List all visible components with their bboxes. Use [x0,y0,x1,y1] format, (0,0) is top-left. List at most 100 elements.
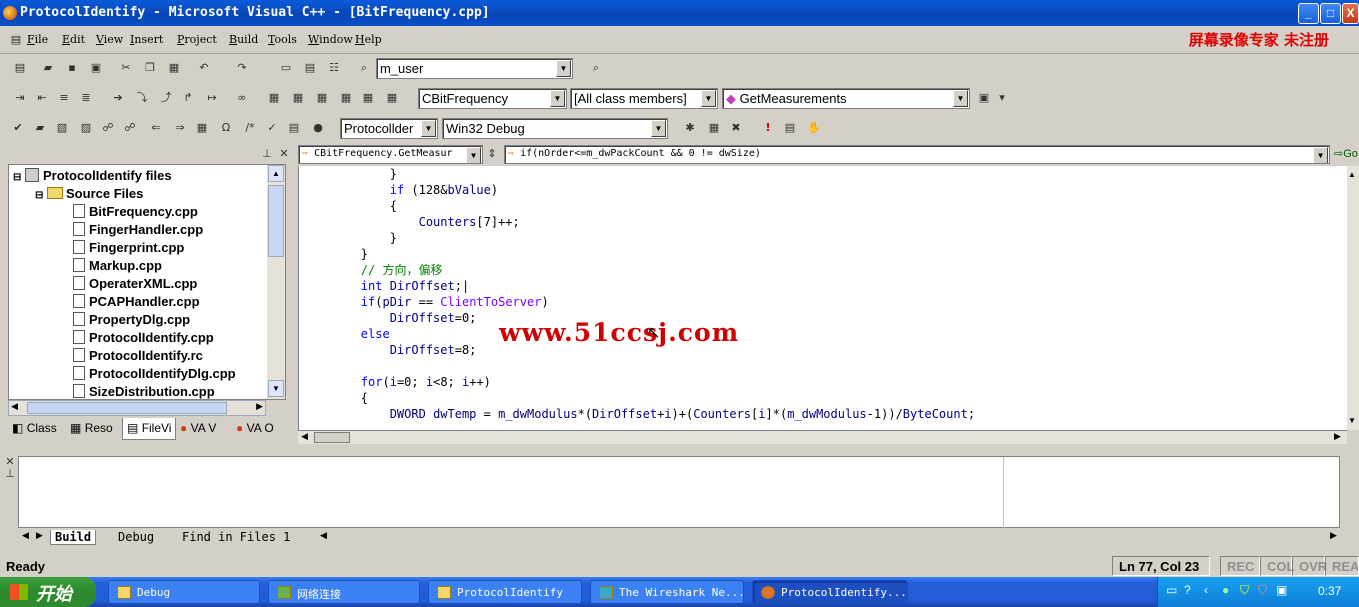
wizard-dropdown-icon[interactable]: ▾ [994,90,1010,106]
undo-icon[interactable]: ↶ [196,60,212,76]
open-file-icon[interactable]: ☍ [122,120,138,136]
collapse-icon[interactable]: ⊟ [13,172,21,183]
pane-resize-icon[interactable]: ⊥ [259,146,275,162]
tab-resource-view[interactable]: ▦ Reso [66,418,117,440]
build-icon[interactable]: ▦ [706,120,722,136]
stop-build-icon[interactable]: ✖ [728,120,744,136]
chevron-down-icon[interactable]: ▼ [651,120,666,137]
compile-icon[interactable]: ✱ [682,120,698,136]
memory-icon[interactable]: ▦ [338,90,354,106]
output-window-icon[interactable]: ▤ [302,60,318,76]
scroll-up-icon[interactable]: ▲ [268,165,284,182]
chevron-down-icon[interactable]: ▼ [466,147,481,163]
window-list-icon[interactable]: ☷ [326,60,342,76]
help-icon[interactable]: ? [1184,583,1191,597]
new-text-file-icon[interactable]: ▤ [12,60,28,76]
tree-file[interactable]: FingerHandler.cpp [73,222,203,237]
step-out-icon[interactable]: ↱ [180,90,196,106]
variables-icon[interactable]: ▦ [290,90,306,106]
menu-window[interactable]: Window [308,33,353,46]
tab-va-outline[interactable]: ● VA O [232,418,278,440]
go-button[interactable]: ⇨Go [1334,147,1358,160]
tree-file[interactable]: ProtocolIdentifyDlg.cpp [73,366,236,381]
editor-vertical-scrollbar[interactable]: ▲ ▼ [1347,166,1359,430]
chevron-down-icon[interactable]: ▼ [953,90,968,107]
wizard-action-icon[interactable]: ▣ [976,90,992,106]
go-icon[interactable]: ▤ [782,120,798,136]
breakpoint-hand-icon[interactable]: ✋ [806,120,822,136]
shield-icon[interactable]: ⛉ [1240,583,1249,598]
indent-icon[interactable]: ⇥ [12,90,28,106]
scroll-right-icon[interactable]: ▶ [256,401,263,412]
chevron-down-icon[interactable]: ▼ [421,120,436,137]
scroll-thumb[interactable] [314,432,350,443]
menu-build[interactable]: Build [229,33,258,46]
maximize-button[interactable]: □ [1320,3,1341,24]
outdent-icon[interactable]: ⇤ [34,90,50,106]
tab-class-view[interactable]: ◧ Class [8,418,61,440]
scroll-left-icon[interactable]: ◀ [320,530,327,541]
member-combo[interactable]: ◆ GetMeasurements ▼ [722,88,970,109]
tree-file[interactable]: ProtocolIdentify.cpp [73,330,214,345]
omega-icon[interactable]: Ω [218,120,234,136]
tab-build[interactable]: Build [50,530,97,545]
tree-file[interactable]: PCAPHandler.cpp [73,294,200,309]
outline-icon[interactable]: ▤ [286,120,302,136]
resource-icon[interactable]: ☍ [100,120,116,136]
pane-resize-icon[interactable]: ⊥ [2,466,18,482]
project-combo[interactable]: Protocollder ▼ [340,118,438,139]
status-icon[interactable]: ● [1222,583,1229,597]
scope-spin-icon[interactable]: ⇕ [484,146,500,162]
quick-watch-icon[interactable]: ∞ [234,90,250,106]
menu-file[interactable]: File [27,33,48,46]
minimize-button[interactable]: _ [1298,3,1319,24]
filter-combo[interactable]: [All class members] ▼ [570,88,718,109]
scroll-thumb[interactable] [27,402,227,414]
tree-file[interactable]: Markup.cpp [73,258,162,273]
close-button[interactable]: X [1342,3,1359,24]
keyboard-icon[interactable]: ▭ [1166,583,1177,597]
execute-icon[interactable]: ! [760,120,776,136]
watch-icon[interactable]: ▦ [266,90,282,106]
task-protocolidentify-folder[interactable]: ProtocolIdentify [428,580,582,604]
spell-check-icon[interactable]: ✓ [264,120,280,136]
scroll-thumb[interactable] [268,185,284,257]
step-into-icon[interactable]: ⤵ [134,90,150,106]
insert-icon[interactable]: ▦ [194,120,210,136]
registers-icon[interactable]: ▦ [314,90,330,106]
find-in-files-icon[interactable]: ⌕ [356,60,372,76]
tree-file[interactable]: SizeDistribution.cpp [73,384,215,399]
class-combo[interactable]: CBitFrequency ▼ [418,88,567,109]
find-combo[interactable]: m_user ▼ [376,58,573,79]
menu-tools[interactable]: Tools [268,33,297,46]
tree-file[interactable]: OperaterXML.cpp [73,276,197,291]
context-combo[interactable]: ⇨ if(nOrder<=m_dwPackCount && 0 != dwSiz… [504,145,1330,164]
tree-file[interactable]: PropertyDlg.cpp [73,312,190,327]
disassembly-icon[interactable]: ▦ [384,90,400,106]
tree-vertical-scrollbar[interactable]: ▲ ▼ [267,165,285,399]
tree-root[interactable]: ⊟ ProtocolIdentify files [13,168,172,183]
uncomment-icon[interactable]: ≣ [78,90,94,106]
output-text-area[interactable] [18,456,1340,529]
menu-project[interactable]: Project [177,33,217,46]
new-class-icon[interactable]: ▧ [54,120,70,136]
tree-file[interactable]: Fingerprint.cpp [73,240,184,255]
cut-icon[interactable]: ✂ [118,60,134,76]
tab-file-view[interactable]: ▤ FileVi [122,418,177,440]
scroll-up-icon[interactable]: ▲ [1348,170,1356,179]
chevron-down-icon[interactable]: ▼ [1313,147,1328,163]
menu-help[interactable]: Help [355,33,382,46]
clock[interactable]: 0:37 [1318,584,1341,598]
config-combo[interactable]: Win32 Debug ▼ [442,118,668,139]
comment-icon[interactable]: ≡ [56,90,72,106]
call-stack-icon[interactable]: ▦ [360,90,376,106]
run-to-cursor-icon[interactable]: ↦ [204,90,220,106]
pane-close-icon[interactable]: ✕ [276,146,292,162]
start-button[interactable]: 开始 [0,577,96,607]
forward-arrow-icon[interactable]: ⇒ [172,120,188,136]
tab-find-in-files[interactable]: Find in Files 1 [182,530,290,544]
tomato-icon[interactable]: ● [310,120,326,136]
scroll-left-icon[interactable]: ◀ [301,431,308,442]
tree-horizontal-scrollbar[interactable]: ◀ ▶ [8,400,266,416]
code-text-area[interactable]: } if (128&bValue) { Counters[7]++; } } /… [298,166,1347,430]
